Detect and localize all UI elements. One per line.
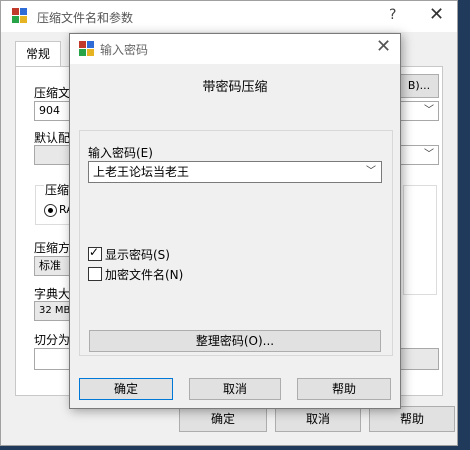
password-value: 上老王论坛当老王 <box>93 165 190 179</box>
split-volumes-input[interactable] <box>34 348 74 370</box>
encrypt-filenames-checkbox[interactable] <box>88 267 102 281</box>
archive-name-label: 压缩文 <box>34 86 71 100</box>
dialog-title-bar: 输入密码 ✕ <box>70 34 400 64</box>
parent-help-button[interactable]: 帮助 <box>369 406 455 432</box>
archive-name-input[interactable]: 904 <box>34 101 74 121</box>
encrypt-filenames-checkbox-row[interactable]: 加密文件名(N) <box>88 266 183 283</box>
compression-method-label: 压缩方 <box>34 241 71 255</box>
show-password-label: 显示密码(S) <box>105 248 170 262</box>
tab-general[interactable]: 常规 <box>15 41 61 67</box>
options-group <box>403 185 437 295</box>
default-profile-label: 默认配 <box>34 131 71 145</box>
profile-select[interactable]: ﹀ <box>399 145 439 165</box>
right-disabled-field <box>399 348 439 370</box>
rar-radio[interactable] <box>44 204 57 218</box>
dialog-close-icon[interactable]: ✕ <box>376 36 391 57</box>
chevron-down-icon[interactable]: ﹀ <box>366 162 376 182</box>
close-icon[interactable]: ✕ <box>429 4 444 25</box>
checkmark-icon: ✓ <box>89 245 100 259</box>
enter-password-dialog: 输入密码 ✕ 带密码压缩 输入密码(E) 上老王论坛当老王 ﹀ ✓ 显示密码(S)… <box>69 33 401 409</box>
compression-method-select[interactable]: 标准 <box>34 256 74 276</box>
dialog-help-button[interactable]: 帮助 <box>297 378 391 400</box>
password-combobox[interactable]: 上老王论坛当老王 ﹀ <box>88 161 382 183</box>
split-volumes-label: 切分为 <box>34 333 71 347</box>
parent-ok-button[interactable]: 确定 <box>179 406 267 432</box>
winrar-app-icon <box>12 8 28 24</box>
password-label: 输入密码(E) <box>88 146 153 160</box>
parent-window-title: 压缩文件名和参数 <box>37 11 134 25</box>
organize-passwords-button[interactable]: 整理密码(O)... <box>89 330 381 352</box>
dialog-title: 输入密码 <box>100 43 149 57</box>
browse-button[interactable]: B)... <box>399 74 439 98</box>
dialog-ok-button[interactable]: 确定 <box>79 378 173 400</box>
profiles-button[interactable] <box>34 145 74 165</box>
format-group-label: 压缩 <box>44 181 71 198</box>
dialog-heading: 带密码压缩 <box>202 80 268 95</box>
dictionary-size-label: 字典大 <box>34 287 71 301</box>
parent-cancel-button[interactable]: 取消 <box>275 406 361 432</box>
dictionary-size-select[interactable]: 32 MB <box>34 301 74 321</box>
parent-title-bar: 压缩文件名和参数 ? ✕ <box>1 1 457 32</box>
dialog-cancel-button[interactable]: 取消 <box>189 378 281 400</box>
help-question-icon[interactable]: ? <box>389 7 396 23</box>
winrar-dialog-icon <box>79 41 95 57</box>
show-password-checkbox-row[interactable]: ✓ 显示密码(S) <box>88 245 170 263</box>
encrypt-filenames-label: 加密文件名(N) <box>105 268 184 282</box>
update-mode-select[interactable]: ﹀ <box>399 101 439 121</box>
show-password-checkbox[interactable]: ✓ <box>88 245 102 261</box>
